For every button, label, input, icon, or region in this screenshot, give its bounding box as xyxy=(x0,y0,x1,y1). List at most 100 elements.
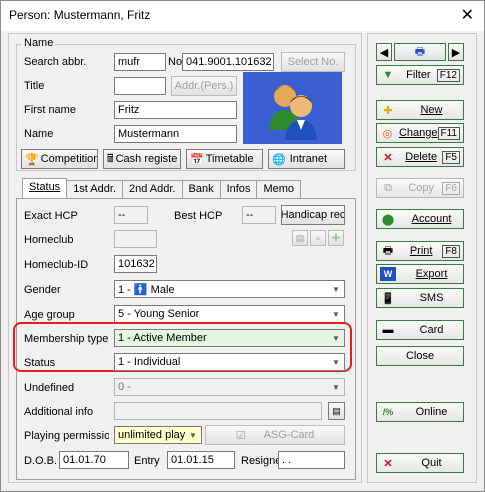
membership-type-label: Membership type xyxy=(24,333,109,345)
mobile-phone-icon: 📱 xyxy=(381,292,395,305)
online-button[interactable]: /% Online xyxy=(376,402,464,422)
cash-register-button[interactable]: 🖩 Cash registe xyxy=(103,149,181,169)
tab-2nd-addr[interactable]: 2nd Addr. xyxy=(122,180,183,198)
title-bar: Person: Mustermann, Fritz ✕ xyxy=(1,1,484,31)
gender-label: Gender xyxy=(24,284,61,296)
online-icon: /% xyxy=(382,407,394,417)
info-list-icon[interactable]: ▤ xyxy=(328,402,345,420)
printer-icon: 🖶 xyxy=(414,45,426,58)
print-button[interactable]: 🖶 Print F8 xyxy=(376,241,464,261)
homeclub-id-label: Homeclub-ID xyxy=(24,259,89,271)
exact-hcp-label: Exact HCP xyxy=(24,210,78,222)
copy-button[interactable]: ⧉ Copy F6 xyxy=(376,178,464,198)
member-no-field[interactable]: 041.9001.101632 xyxy=(182,53,274,71)
title-field[interactable] xyxy=(114,77,166,95)
account-icon: ⬤ xyxy=(381,213,395,226)
first-name-label: First name xyxy=(24,104,76,116)
avatar xyxy=(243,72,342,144)
close-button[interactable]: Close xyxy=(376,346,464,366)
additional-info-label: Additional info xyxy=(24,406,94,418)
printer-icon: 🖶 xyxy=(382,244,394,257)
new-button[interactable]: ✚ New xyxy=(376,100,464,120)
entry-field[interactable]: 01.01.15 xyxy=(167,451,235,469)
globe-icon: 🌐 xyxy=(272,153,286,166)
age-group-select[interactable]: 5 - Young Senior ▼ xyxy=(114,305,345,323)
gender-select[interactable]: 1 - 🚹 Male ▼ xyxy=(114,280,345,298)
tab-infos[interactable]: Infos xyxy=(219,180,258,198)
dob-field[interactable]: 01.01.70 xyxy=(59,451,129,469)
undefined-label: Undefined xyxy=(24,382,75,394)
chevron-down-icon: ▼ xyxy=(332,309,340,319)
delete-button[interactable]: ✕ Delete F5 xyxy=(376,147,464,167)
resigned-field[interactable]: . . xyxy=(278,451,345,469)
male-icon: 🚹 xyxy=(133,284,151,296)
chevron-down-icon: ▼ xyxy=(332,357,340,367)
tab-1st-addr[interactable]: 1st Addr. xyxy=(66,180,123,198)
filter-icon: ▼ xyxy=(382,69,394,81)
homeclub-id-field[interactable]: 101632 xyxy=(114,255,157,273)
window-title: Person: Mustermann, Fritz xyxy=(9,8,151,22)
playing-permission-select[interactable]: unlimited play ▼ xyxy=(114,426,202,444)
word-icon: W xyxy=(380,267,396,281)
copy-icon: ⧉ xyxy=(384,181,392,194)
search-icon[interactable]: ⌕ xyxy=(310,230,326,246)
intranet-button[interactable]: 🌐 Intranet xyxy=(268,149,345,169)
playing-permission-label: Playing permissior xyxy=(24,430,109,442)
quit-button[interactable]: ✕ Quit xyxy=(376,453,464,473)
membership-type-select[interactable]: 1 - Active Member ▼ xyxy=(114,329,345,347)
entry-label: Entry xyxy=(134,455,160,467)
undefined-select: 0 - ▼ xyxy=(114,378,345,396)
best-hcp-field: -- xyxy=(242,206,276,224)
age-group-label: Age group xyxy=(24,309,75,321)
name-field[interactable]: Mustermann xyxy=(114,125,237,143)
exact-hcp-field: -- xyxy=(114,206,148,224)
sms-button[interactable]: 📱 SMS xyxy=(376,288,464,308)
card-button[interactable]: ▬ Card xyxy=(376,320,464,340)
dob-label: D.O.B. xyxy=(24,455,58,467)
name-label: Name xyxy=(24,128,54,140)
card-icon: ▬ xyxy=(382,324,394,336)
search-abbr-label: Search abbr. xyxy=(24,56,87,68)
status-label: Status xyxy=(24,357,56,369)
calendar-icon: 📅 xyxy=(190,153,204,166)
chevron-right-icon: ▶ xyxy=(451,46,461,59)
chevron-down-icon: ▼ xyxy=(332,333,340,343)
change-button[interactable]: ◎ Change F11 xyxy=(376,123,464,143)
tab-bank[interactable]: Bank xyxy=(181,180,221,198)
account-button[interactable]: ⬤ Account xyxy=(376,209,464,229)
delete-icon: ✕ xyxy=(383,151,393,164)
status-select[interactable]: 1 - Individual ▼ xyxy=(114,353,345,371)
tab-status[interactable]: Status xyxy=(22,178,68,198)
asg-card-button[interactable]: ☑ ASG-Card xyxy=(205,425,345,445)
chevron-down-icon: ▼ xyxy=(332,382,340,392)
competition-button[interactable]: 🏆 Competition xyxy=(21,149,98,169)
select-no-button[interactable]: Select No. xyxy=(281,52,345,72)
trophy-icon: 🏆 xyxy=(25,153,39,166)
close-icon: ✕ xyxy=(383,457,393,470)
cash-register-icon: 🖩 xyxy=(107,152,114,165)
chevron-down-icon: ▼ xyxy=(332,284,340,294)
first-name-field[interactable]: Fritz xyxy=(114,101,237,119)
close-icon[interactable]: ✕ xyxy=(461,5,474,25)
next-record-button[interactable]: ▶ xyxy=(448,43,464,61)
title-label: Title xyxy=(24,80,45,92)
list-icon[interactable]: ▤ xyxy=(292,230,308,246)
export-button[interactable]: W Export xyxy=(376,264,464,284)
no-label: No xyxy=(168,56,183,68)
best-hcp-label: Best HCP xyxy=(174,210,223,222)
tab-memo[interactable]: Memo xyxy=(256,180,301,198)
chevron-down-icon: ▼ xyxy=(189,430,197,440)
filter-button[interactable]: ▼ Filter F12 xyxy=(376,65,464,85)
search-abbr-field[interactable]: mufr xyxy=(114,53,166,71)
print-preview-button[interactable]: 🖶 xyxy=(394,43,446,61)
persons-icon xyxy=(269,85,317,140)
name-legend: Name xyxy=(22,37,56,49)
prev-record-button[interactable]: ◀ xyxy=(376,43,392,61)
homeclub-label: Homeclub xyxy=(24,234,74,246)
add-icon[interactable]: ✚ xyxy=(328,230,344,246)
timetable-button[interactable]: 📅 Timetable xyxy=(186,149,263,169)
handicap-records-button[interactable]: Handicap rec xyxy=(281,205,345,225)
addr-pers-button[interactable]: Addr.(Pers.) xyxy=(171,76,237,96)
new-document-icon: ✚ xyxy=(383,104,393,117)
checkbox-icon: ☑ xyxy=(235,429,246,442)
